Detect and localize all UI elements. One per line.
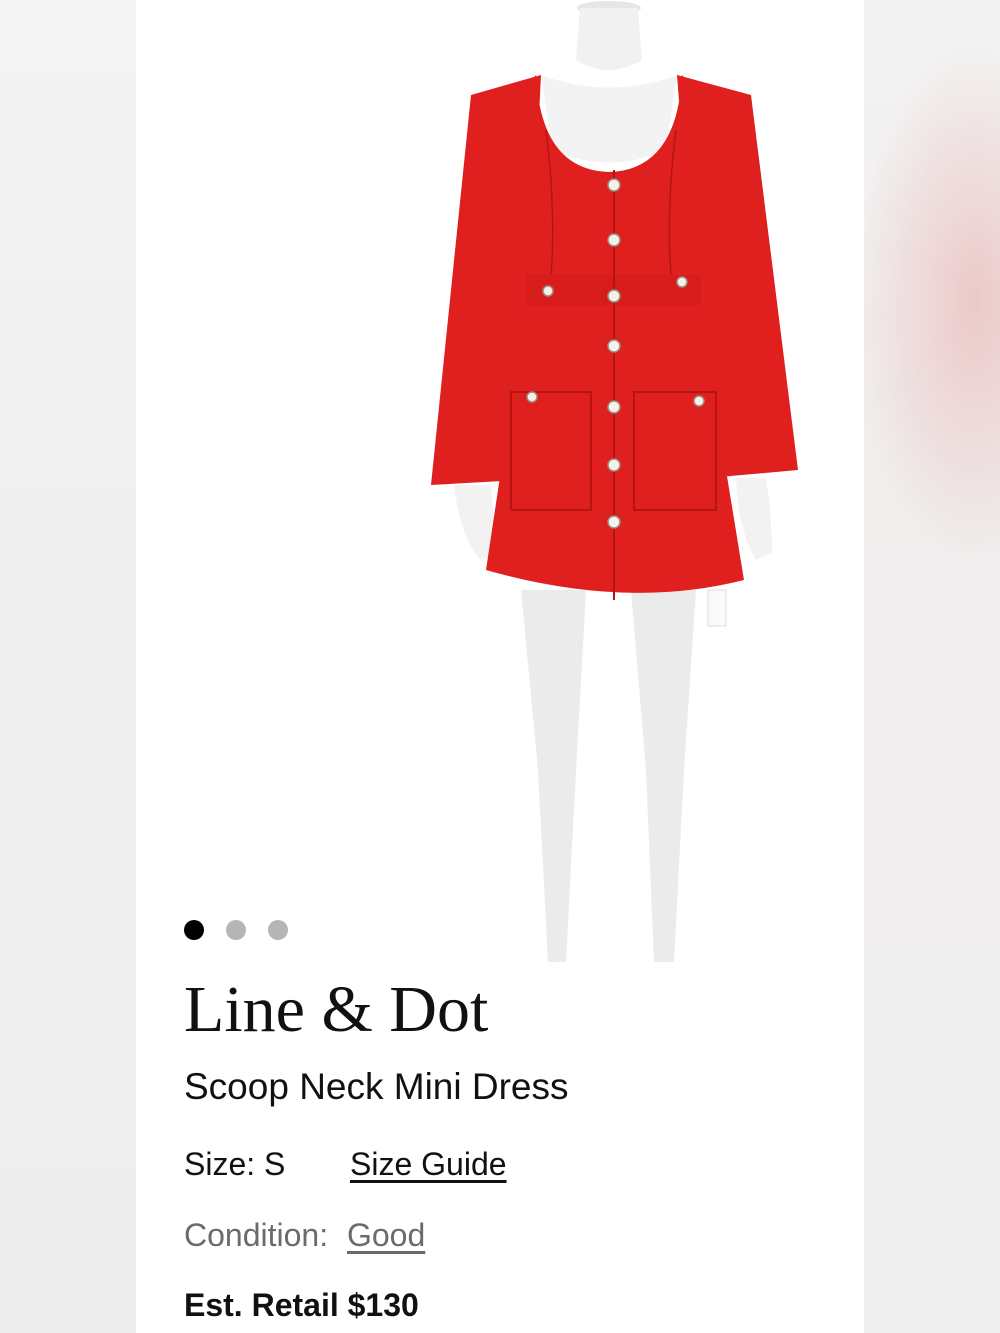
size-guide-link[interactable]: Size Guide [350, 1146, 507, 1183]
size-row: Size: S [184, 1146, 285, 1183]
product-title: Scoop Neck Mini Dress [184, 1066, 569, 1107]
blurred-backdrop-right [864, 0, 1000, 1333]
brand-name[interactable]: Line & Dot [184, 972, 488, 1048]
retail-price: $130 [347, 1287, 419, 1323]
size-value: S [264, 1146, 286, 1182]
carousel-dot-3[interactable] [268, 920, 288, 940]
estimated-retail-price: Est. Retail $130 [184, 1287, 419, 1324]
carousel-dot-2[interactable] [226, 920, 246, 940]
condition-row: Condition: Good [184, 1217, 425, 1254]
size-label: Size: [184, 1146, 256, 1182]
condition-label: Condition: [184, 1217, 329, 1253]
condition-value-link[interactable]: Good [347, 1217, 425, 1253]
product-card: Line & Dot Scoop Neck Mini Dress Size: S… [136, 0, 864, 1333]
carousel-dot-1[interactable] [184, 920, 204, 940]
blurred-backdrop-left [0, 0, 136, 1333]
retail-label: Est. Retail [184, 1287, 339, 1323]
product-image-dress-on-mannequin[interactable] [426, 0, 806, 962]
